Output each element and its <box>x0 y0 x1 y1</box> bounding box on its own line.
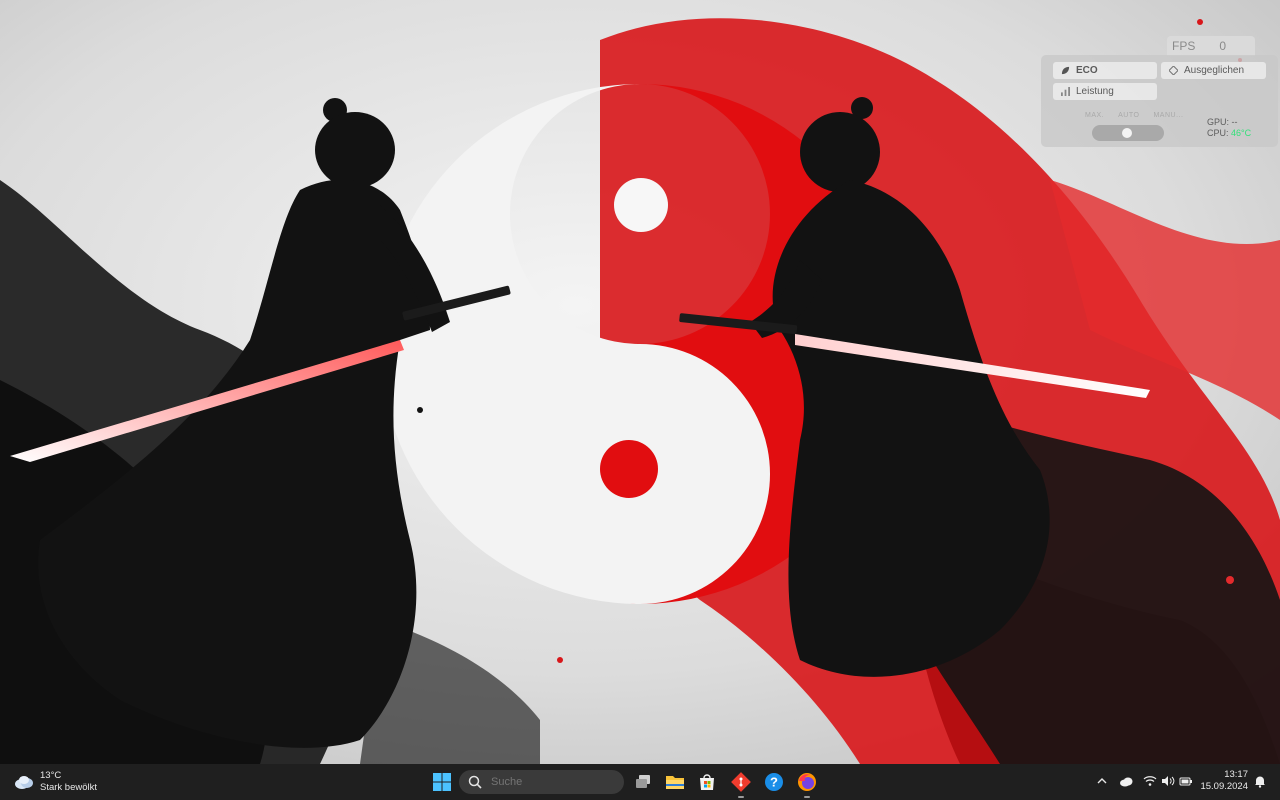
svg-text:?: ? <box>770 775 778 790</box>
gpu-value: -- <box>1231 117 1238 127</box>
search-input[interactable] <box>489 775 613 789</box>
clock[interactable]: 13:17 15.09.2024 <box>1198 769 1248 793</box>
task-view-button[interactable] <box>631 770 655 794</box>
cpu-temperature: 46°C <box>1231 128 1252 138</box>
speed-bars-icon <box>1061 87 1070 96</box>
clock-time: 13:17 <box>1224 769 1248 780</box>
eco-mode-button[interactable]: ECO <box>1053 62 1157 79</box>
weather-temperature: 13°C <box>40 770 62 781</box>
fan-manual-option[interactable]: MANU... <box>1153 112 1183 119</box>
performance-mode-button[interactable]: Leistung <box>1053 83 1157 100</box>
balanced-mode-label: Ausgeglichen <box>1184 65 1245 76</box>
performance-mode-label: Leistung <box>1076 86 1114 97</box>
leaf-icon <box>1061 66 1070 75</box>
firefox-icon <box>798 773 816 791</box>
microsoft-store-icon <box>700 774 714 790</box>
task-view-icon <box>636 775 650 788</box>
file-explorer-button[interactable] <box>663 770 687 794</box>
volume-button[interactable] <box>1161 774 1175 792</box>
onedrive-button[interactable] <box>1119 774 1133 792</box>
cpu-label: CPU: <box>1207 128 1229 138</box>
fan-mode-slider[interactable] <box>1092 125 1164 141</box>
network-button[interactable] <box>1143 774 1157 792</box>
start-icon <box>433 773 451 791</box>
git-app-button[interactable] <box>729 770 753 798</box>
cloud-weather-icon <box>15 776 33 789</box>
weather-condition: Stark bewölkt <box>40 782 98 793</box>
chevron-up-icon <box>1097 778 1107 784</box>
weather-widget[interactable]: 13°C Stark bewölkt <box>14 770 97 794</box>
balanced-mode-button[interactable]: Ausgeglichen <box>1161 62 1266 79</box>
taskbar: 13°C Stark bewölkt Suche ? 13:17 15.09.2… <box>0 764 1280 800</box>
fan-slider-knob[interactable] <box>1122 128 1132 138</box>
start-button[interactable] <box>432 772 452 792</box>
fan-mode-labels: MAX. AUTO MANU... <box>1085 112 1183 119</box>
wifi-icon <box>1143 776 1157 786</box>
show-hidden-icons-button[interactable] <box>1096 774 1108 792</box>
balance-icon <box>1169 66 1178 75</box>
fan-auto-option[interactable]: AUTO <box>1118 112 1139 119</box>
fps-counter: FPS 0 <box>1167 36 1255 56</box>
eco-mode-label: ECO <box>1076 65 1098 76</box>
battery-icon <box>1179 777 1192 786</box>
volume-icon <box>1162 776 1175 786</box>
onedrive-cloud-icon <box>1120 777 1133 787</box>
notification-bell-icon <box>1255 776 1265 788</box>
help-icon: ? <box>765 773 783 791</box>
help-button[interactable]: ? <box>762 770 786 794</box>
battery-button[interactable] <box>1179 774 1193 792</box>
file-explorer-icon <box>666 776 684 789</box>
fps-label: FPS <box>1172 39 1196 53</box>
sensor-readout: GPU: -- CPU: 46°C <box>1207 117 1251 139</box>
microsoft-store-button[interactable] <box>695 770 719 794</box>
firefox-button[interactable] <box>795 770 819 798</box>
git-app-icon <box>731 772 751 792</box>
taskbar-search[interactable] <box>459 770 624 794</box>
clock-date: 15.09.2024 <box>1200 781 1248 792</box>
fps-value: 0 <box>1219 39 1227 53</box>
search-icon <box>468 775 482 789</box>
fan-max-option[interactable]: MAX. <box>1085 112 1104 119</box>
notification-button[interactable] <box>1254 775 1266 793</box>
running-indicator <box>804 796 810 798</box>
gpu-label: GPU: <box>1207 117 1230 127</box>
running-indicator <box>738 796 744 798</box>
